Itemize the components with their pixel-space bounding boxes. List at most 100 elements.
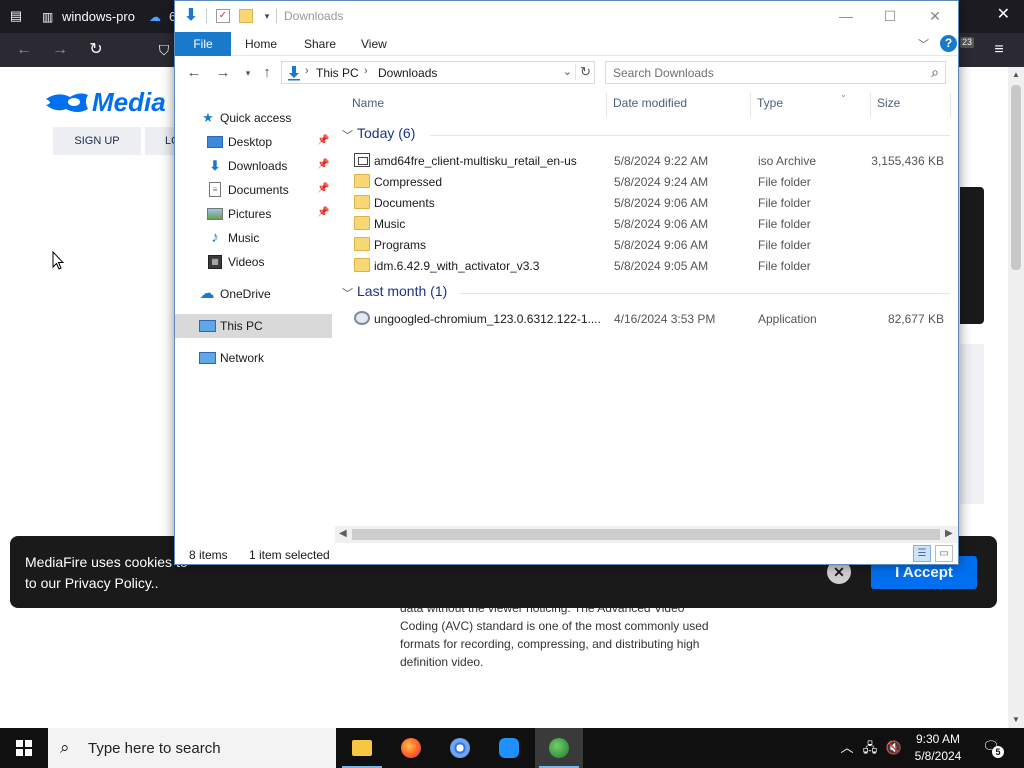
customize-toolbar-icon[interactable]: ▾ xyxy=(259,8,275,24)
app-taskbar-button[interactable] xyxy=(485,728,533,768)
sidebar-item-this-pc[interactable]: This PC xyxy=(175,314,332,338)
breadcrumb-downloads[interactable]: Downloads xyxy=(378,66,437,80)
sidebar-item-quick-access[interactable]: ★ Quick access xyxy=(175,106,332,130)
browser-tab[interactable]: ▥ windows-pro xyxy=(34,3,140,31)
column-divider[interactable] xyxy=(950,93,951,117)
close-icon[interactable]: ✕ xyxy=(912,1,958,32)
taskbar: ⌕ Type here to search ︿ 🖧 🔇 9:30 AM 5/8/… xyxy=(0,728,1024,768)
tab-home[interactable]: Home xyxy=(245,32,277,56)
details-view-icon[interactable]: ☰ xyxy=(913,545,931,562)
close-icon: ✕ xyxy=(833,564,845,580)
file-explorer-taskbar-button[interactable] xyxy=(338,728,386,768)
large-icons-view-icon[interactable]: ▭ xyxy=(935,545,953,562)
column-header-name[interactable]: Name xyxy=(352,96,384,112)
star-icon: ★ xyxy=(202,110,214,125)
minimize-icon[interactable]: — xyxy=(823,1,869,32)
table-row[interactable]: Programs 5/8/2024 9:06 AM File folder xyxy=(340,234,950,255)
page-scrollbar[interactable]: ▲ ▼ xyxy=(1008,67,1024,728)
scroll-up-icon[interactable]: ▲ xyxy=(1011,70,1021,79)
pin-icon[interactable]: 📌 xyxy=(317,159,329,170)
forward-arrow-icon[interactable]: → xyxy=(214,64,232,82)
horizontal-scrollbar[interactable]: ◀ ▶ xyxy=(335,526,958,543)
start-button[interactable] xyxy=(0,728,48,768)
file-explorer-window: ⬇ ✓ ▾ Downloads — ☐ ✕ File Home Share Vi… xyxy=(174,0,959,565)
scroll-left-icon[interactable]: ◀ xyxy=(339,528,347,539)
group-header-today[interactable]: ﹀ Today (6) xyxy=(340,124,950,146)
breadcrumb-this-pc[interactable]: This PC xyxy=(316,66,359,80)
table-row[interactable]: Documents 5/8/2024 9:06 AM File folder xyxy=(340,192,950,213)
sidebar-item-documents[interactable]: ≡ Documents 📌 xyxy=(175,178,332,202)
up-arrow-icon[interactable]: ↑ xyxy=(258,64,276,82)
sidebar-item-label: Downloads xyxy=(228,159,288,173)
scroll-right-icon[interactable]: ▶ xyxy=(945,528,953,539)
back-arrow-icon[interactable]: ← xyxy=(13,39,35,61)
close-icon[interactable]: ✕ xyxy=(997,4,1010,24)
title-bar[interactable]: ⬇ ✓ ▾ Downloads — ☐ ✕ xyxy=(175,1,958,32)
tab-list-icon[interactable]: ▤ xyxy=(4,4,28,28)
refresh-icon[interactable]: ↻ xyxy=(575,64,591,80)
chevron-right-icon[interactable]: › xyxy=(305,65,309,77)
folder-icon xyxy=(354,237,370,251)
search-input[interactable] xyxy=(613,65,913,81)
table-row[interactable]: ungoogled-chromium_123.0.6312.122-1.... … xyxy=(340,308,950,329)
column-divider[interactable] xyxy=(750,93,751,117)
taskbar-search-box[interactable]: ⌕ Type here to search xyxy=(48,728,336,768)
reload-icon[interactable]: ↻ xyxy=(85,39,107,61)
browser-tab[interactable]: ☁ 6 xyxy=(141,3,177,31)
pin-icon[interactable]: 📌 xyxy=(317,207,329,218)
sidebar-item-pictures[interactable]: Pictures 📌 xyxy=(175,202,332,226)
pin-icon[interactable]: 📌 xyxy=(317,135,329,146)
column-header-size[interactable]: Size xyxy=(877,96,900,112)
maximize-icon[interactable]: ☐ xyxy=(867,1,913,32)
sidebar-item-network[interactable]: Network xyxy=(175,346,332,370)
sidebar-item-downloads[interactable]: ⬇ Downloads 📌 xyxy=(175,154,332,178)
new-folder-icon[interactable] xyxy=(239,9,253,23)
expand-ribbon-icon[interactable]: ﹀ xyxy=(918,36,929,52)
pictures-icon xyxy=(207,208,223,220)
network-status-icon[interactable]: 🖧 xyxy=(860,728,880,768)
notification-center-button[interactable]: 🗨 5 xyxy=(982,738,1004,758)
table-row[interactable]: idm.6.42.9_with_activator_v3.3 5/8/2024 … xyxy=(340,255,950,276)
extension-badge[interactable]: 23 xyxy=(960,37,975,48)
properties-icon[interactable]: ✓ xyxy=(216,9,230,23)
signup-button[interactable]: SIGN UP xyxy=(53,127,141,155)
table-row[interactable]: amd64fre_client-multisku_retail_en-us 5/… xyxy=(340,150,950,171)
sidebar-item-videos[interactable]: ▦ Videos xyxy=(175,250,332,274)
shield-icon[interactable]: ⛉ xyxy=(153,39,175,61)
forward-arrow-icon[interactable]: → xyxy=(49,39,71,61)
chevron-down-icon[interactable]: ⌄ xyxy=(563,65,572,78)
column-header-type[interactable]: Type xyxy=(757,96,783,112)
chevron-down-icon[interactable]: ﹀ xyxy=(342,285,353,301)
tab-share[interactable]: Share xyxy=(304,32,336,56)
chrome-taskbar-button[interactable] xyxy=(436,728,484,768)
mediafire-logo[interactable]: Media xyxy=(44,87,184,117)
chevron-up-icon[interactable]: ︿ xyxy=(838,728,856,768)
volume-muted-icon[interactable]: 🔇 xyxy=(884,728,904,768)
help-button[interactable]: ? xyxy=(940,35,957,52)
table-row[interactable]: Music 5/8/2024 9:06 AM File folder xyxy=(340,213,950,234)
back-arrow-icon[interactable]: ← xyxy=(185,64,203,82)
pin-icon[interactable]: 📌 xyxy=(317,183,329,194)
scroll-down-icon[interactable]: ▼ xyxy=(1011,715,1021,724)
system-clock[interactable]: 9:30 AM 5/8/2024 xyxy=(905,731,971,765)
column-divider[interactable] xyxy=(870,93,871,117)
sidebar-item-onedrive[interactable]: ☁ OneDrive xyxy=(175,282,332,306)
sidebar-item-music[interactable]: ♪ Music xyxy=(175,226,332,250)
chevron-down-icon[interactable]: ﹀ xyxy=(342,127,353,143)
tab-view[interactable]: View xyxy=(361,32,387,56)
scrollbar-thumb[interactable] xyxy=(352,529,940,540)
column-header-date[interactable]: Date modified xyxy=(613,96,687,112)
table-row[interactable]: Compressed 5/8/2024 9:24 AM File folder xyxy=(340,171,950,192)
search-box[interactable]: ⌕ xyxy=(605,61,946,84)
idm-taskbar-button[interactable] xyxy=(535,728,583,768)
sidebar-item-desktop[interactable]: Desktop 📌 xyxy=(175,130,332,154)
hamburger-menu-icon[interactable]: ≡ xyxy=(988,39,1010,61)
scrollbar-thumb[interactable] xyxy=(1011,85,1021,270)
firefox-taskbar-button[interactable] xyxy=(387,728,435,768)
group-header-last-month[interactable]: ﹀ Last month (1) xyxy=(340,282,950,304)
column-divider[interactable] xyxy=(606,93,607,117)
recent-locations-icon[interactable]: ▾ xyxy=(239,64,257,82)
chevron-right-icon[interactable]: › xyxy=(364,65,368,77)
tab-file[interactable]: File xyxy=(175,32,231,56)
address-bar[interactable]: › This PC › Downloads ⌄ ↻ xyxy=(281,61,595,84)
